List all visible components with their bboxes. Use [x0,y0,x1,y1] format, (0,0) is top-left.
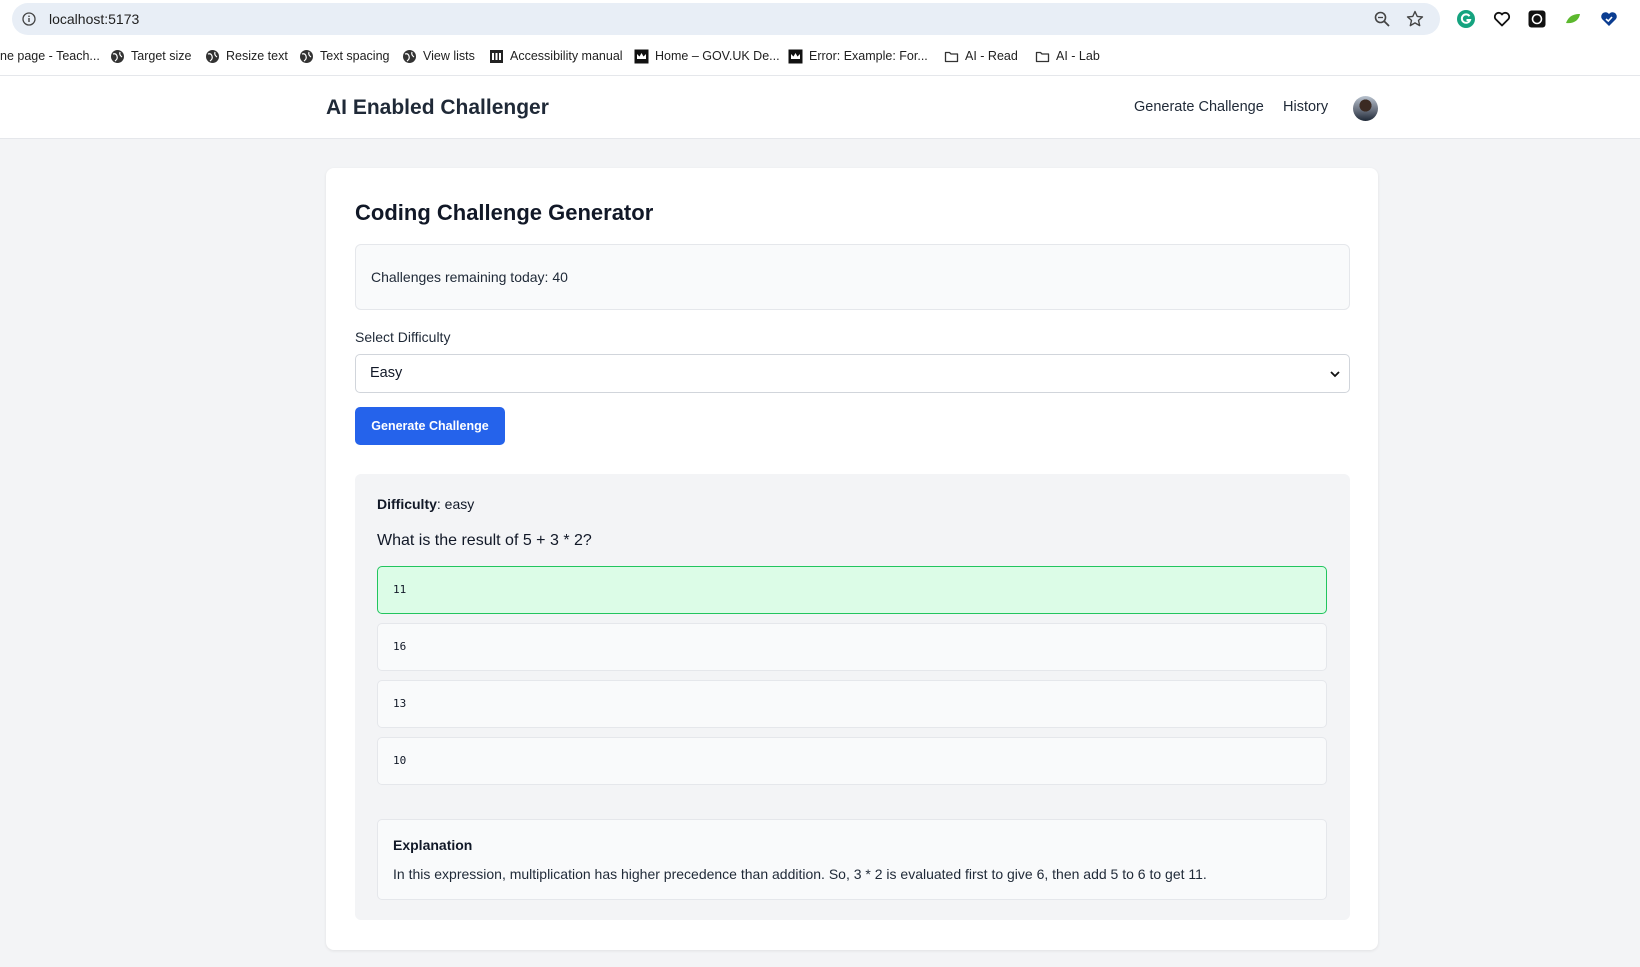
challenge-panel: Difficulty: easy What is the result of 5… [355,474,1350,920]
generator-card: Coding Challenge Generator Challenges re… [326,168,1378,950]
generate-challenge-button[interactable]: Generate Challenge [355,407,505,445]
bookmark-item[interactable]: Resize text [205,38,288,74]
bookmark-label: Error: Example: For... [809,49,928,63]
answer-option-text: 16 [393,640,407,653]
answer-option[interactable]: 16 [377,623,1327,671]
challenge-difficulty: Difficulty: easy [377,496,474,512]
difficulty-select[interactable]: Easy [355,354,1350,393]
bookmark-label: AI - Read [965,49,1018,63]
explanation-title: Explanation [393,837,473,853]
grammarly-icon[interactable] [1456,9,1476,29]
bookmark-label: Text spacing [320,49,390,63]
difficulty-label: Select Difficulty [355,329,451,345]
answer-option[interactable]: 10 [377,737,1327,785]
browser-toolbar: localhost:5173 [0,0,1640,38]
heart-icon[interactable] [1492,9,1512,29]
leaf-icon[interactable] [1563,9,1583,29]
globe-icon [300,49,313,63]
building-icon [490,49,503,63]
bookmark-label: Accessibility manual [510,49,623,63]
bookmark-label: View lists [423,49,475,63]
globe-icon [111,49,124,63]
app-brand[interactable]: AI Enabled Challenger [326,76,549,139]
bookmark-item[interactable]: AI - Lab [1035,38,1100,74]
address-bar[interactable]: localhost:5173 [12,3,1440,35]
quota-box: Challenges remaining today: 40 [355,244,1350,310]
zoom-icon[interactable] [1374,11,1390,27]
bookmark-label: AI - Lab [1056,49,1100,63]
chatgpt-icon[interactable] [1527,9,1547,29]
explanation-box: Explanation In this expression, multipli… [377,819,1327,900]
site-info-icon[interactable] [22,12,36,26]
bookmark-item[interactable]: ne page - Teach... [0,38,100,74]
globe-icon [403,49,416,63]
quota-text: Challenges remaining today: 40 [371,269,568,285]
bookmark-item[interactable]: Error: Example: For... [788,38,928,74]
bookmark-item[interactable]: Accessibility manual [489,38,623,74]
crown-icon [788,49,803,63]
nav-generate-challenge[interactable]: Generate Challenge [1134,76,1264,139]
bookmark-star-icon[interactable] [1406,10,1424,28]
page-title: Coding Challenge Generator [355,200,654,225]
crown-icon [634,49,649,63]
globe-icon [206,49,219,63]
answer-option-text: 13 [393,697,407,710]
bookmark-item[interactable]: Text spacing [299,38,389,74]
challenge-difficulty-label: Difficulty [377,496,437,512]
answer-option[interactable]: 11 [377,566,1327,614]
explanation-text: In this expression, multiplication has h… [393,866,1207,882]
challenge-difficulty-value: : easy [436,496,475,512]
bookmark-label: Resize text [226,49,288,63]
bookmark-label: Home – GOV.UK De... [655,49,780,63]
app-header: AI Enabled Challenger Generate Challenge… [0,76,1640,139]
folder-icon [1035,51,1050,62]
bookmark-item[interactable]: AI - Read [944,38,1018,74]
bookmark-item[interactable]: Target size [110,38,191,74]
nav-history[interactable]: History [1283,76,1328,139]
difficulty-select-value: Easy [370,365,403,381]
bookmark-item[interactable]: View lists [402,38,475,74]
heart-shield-icon[interactable] [1599,9,1619,29]
folder-icon [944,51,959,62]
address-url[interactable]: localhost:5173 [49,3,139,35]
avatar[interactable] [1353,96,1378,121]
answer-option[interactable]: 13 [377,680,1327,728]
bookmark-item[interactable]: Home – GOV.UK De... [634,38,780,74]
answer-option-text: 11 [393,583,407,596]
bookmarks-bar: ne page - Teach... Target size Resize te… [0,38,1640,76]
answer-option-text: 10 [393,754,407,767]
bookmark-label: ne page - Teach... [0,49,100,63]
bookmark-label: Target size [131,49,192,63]
challenge-question: What is the result of 5 + 3 * 2? [377,532,592,549]
chevron-down-icon [1330,371,1340,378]
